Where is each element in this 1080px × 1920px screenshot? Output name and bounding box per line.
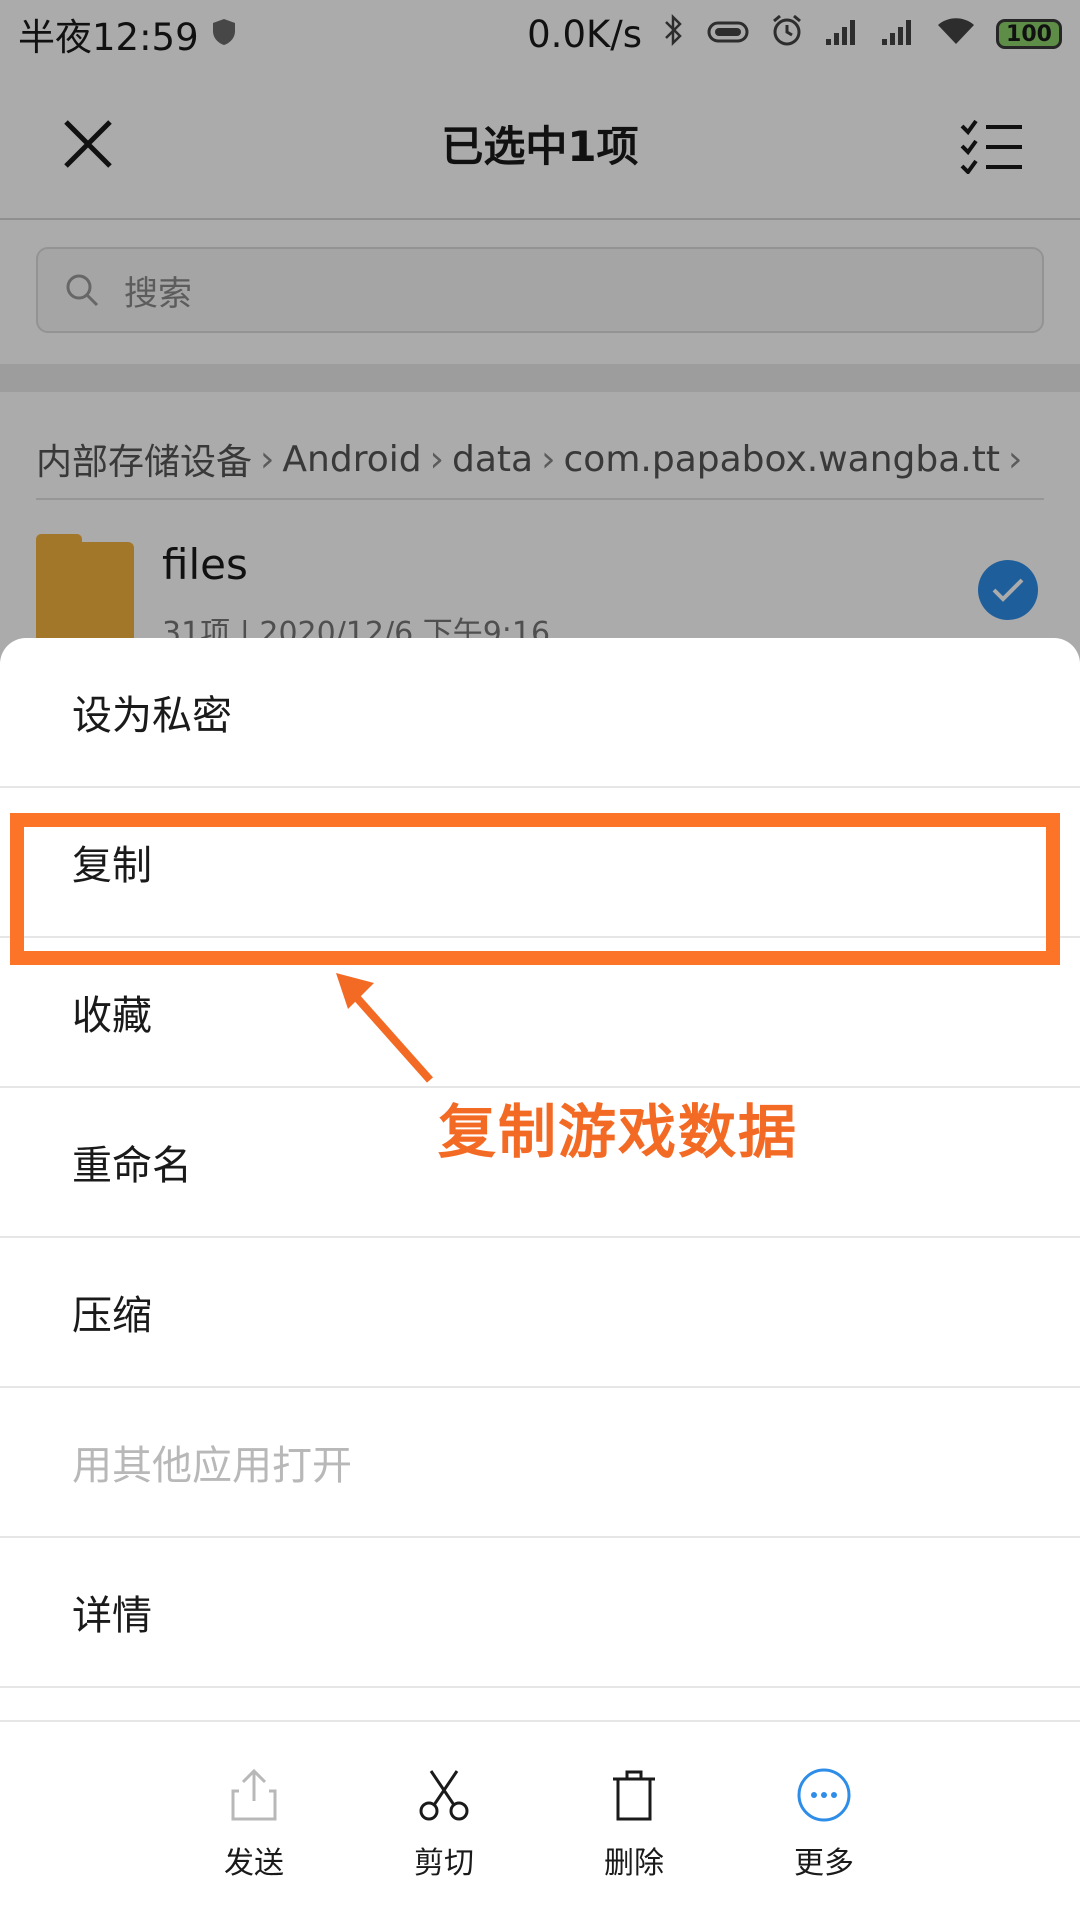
- send-label: 发送: [224, 1846, 284, 1881]
- cut-button[interactable]: 剪切: [384, 1762, 504, 1882]
- annotation-arrow-icon: [336, 973, 433, 1083]
- menu-item-details[interactable]: 详情: [0, 1538, 1080, 1688]
- trash-icon: [574, 1762, 694, 1828]
- more-button[interactable]: 更多: [764, 1762, 884, 1882]
- copy-highlight-box: [10, 813, 1060, 965]
- delete-label: 删除: [604, 1846, 664, 1881]
- more-label: 更多: [794, 1846, 854, 1881]
- menu-item-open-with: 用其他应用打开: [0, 1388, 1080, 1538]
- menu-item-compress[interactable]: 压缩: [0, 1238, 1080, 1388]
- bottom-action-bar: 发送 剪切 删除 更多: [0, 1720, 1080, 1920]
- menu-item-set-private[interactable]: 设为私密: [0, 638, 1080, 788]
- delete-button[interactable]: 删除: [574, 1762, 694, 1882]
- annotation-text: 复制游戏数据: [438, 1098, 799, 1166]
- more-icon: [764, 1762, 884, 1828]
- scissors-icon: [384, 1762, 504, 1828]
- send-button: 发送: [194, 1762, 314, 1882]
- share-icon: [194, 1762, 314, 1828]
- cut-label: 剪切: [414, 1846, 474, 1881]
